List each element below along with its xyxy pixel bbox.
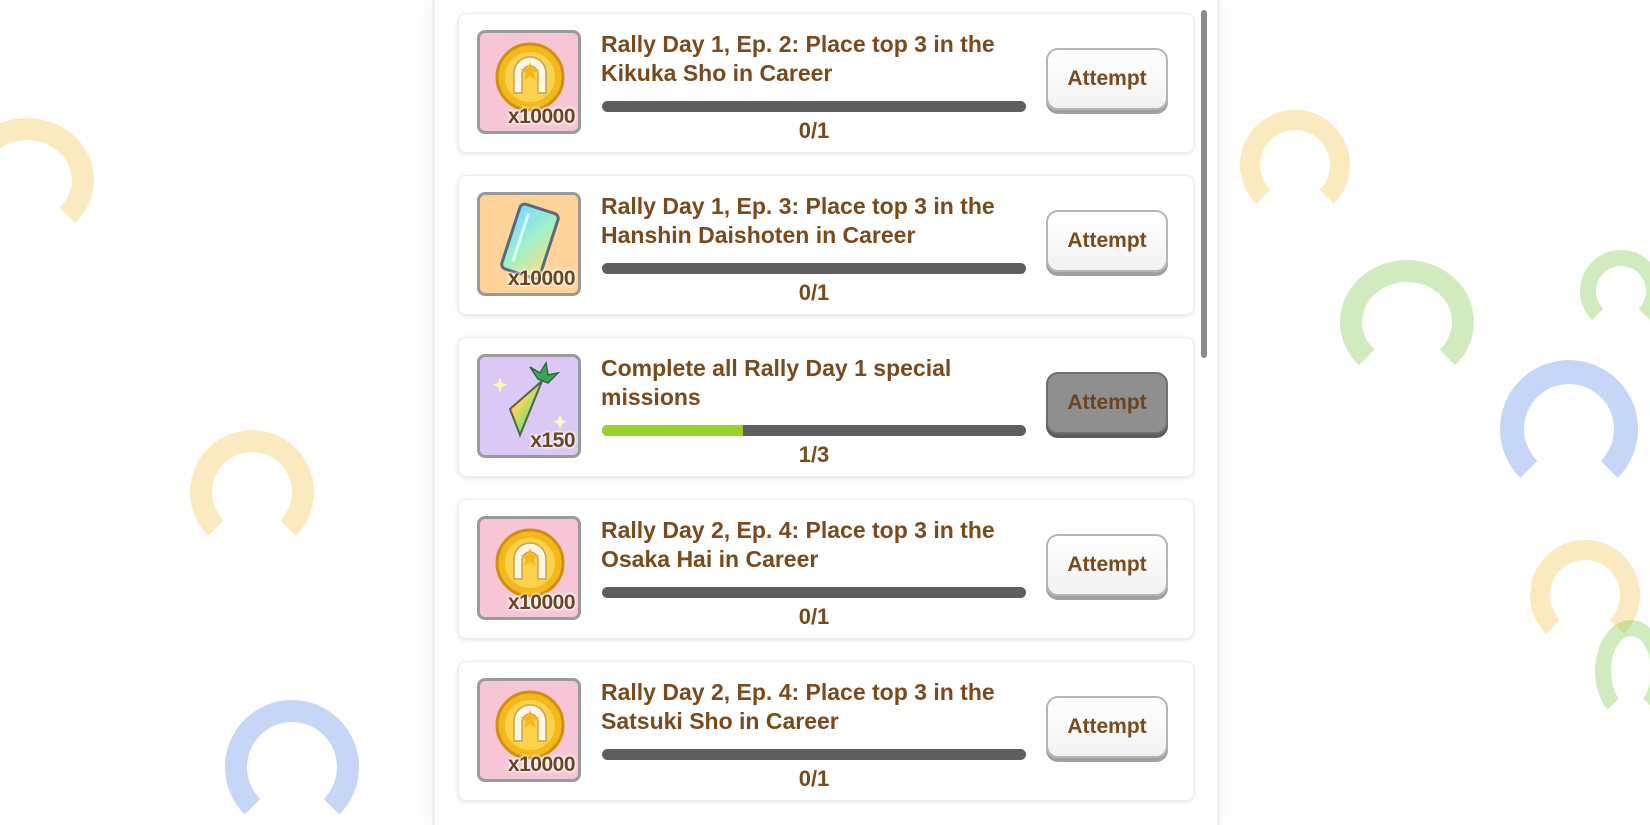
reward-quantity: x10000 [507, 591, 576, 614]
progress-count: 0/1 [798, 604, 830, 629]
mission-title: Rally Day 1, Ep. 2: Place top 3 in the K… [601, 31, 995, 86]
mission-title: Rally Day 2, Ep. 4: Place top 3 in the O… [601, 517, 995, 572]
panel-border-left [432, 0, 435, 825]
horseshoe-decoration-icon [1580, 250, 1650, 332]
attempt-button[interactable]: Attempt [1046, 696, 1168, 758]
horseshoe-decoration-icon [0, 118, 94, 242]
progress-bar [602, 101, 1026, 112]
reward-quantity: x150 [530, 429, 575, 452]
horseshoe-decoration-icon [1240, 110, 1350, 220]
progress-bar [602, 263, 1026, 274]
progress-bar-fill [602, 425, 744, 436]
attempt-button[interactable]: Attempt [1046, 210, 1168, 272]
reward-tile: x10000 [477, 678, 581, 782]
progress-count: 0/1 [798, 280, 830, 305]
reward-quantity: x10000 [507, 105, 576, 128]
horseshoe-decoration-icon [190, 430, 314, 554]
mission-card: x10000 Rally Day 2, Ep. 4: Place top 3 i… [458, 661, 1194, 801]
horseshoe-decoration-icon [1340, 260, 1474, 384]
progress-bar [602, 749, 1026, 760]
mission-title: Rally Day 2, Ep. 4: Place top 3 in the S… [601, 679, 995, 734]
scrollbar[interactable] [1201, 10, 1207, 825]
progress-bar [602, 587, 1026, 598]
mission-title: Rally Day 1, Ep. 3: Place top 3 in the H… [601, 193, 995, 248]
mission-list: x10000 Rally Day 1, Ep. 2: Place top 3 i… [458, 13, 1194, 823]
reward-tile: x10000 [477, 192, 581, 296]
mission-card: x150 Complete all Rally Day 1 special mi… [458, 337, 1194, 477]
horseshoe-decoration-icon [1500, 360, 1638, 498]
attempt-button[interactable]: Attempt [1046, 372, 1168, 434]
mission-title: Complete all Rally Day 1 special mission… [601, 355, 952, 410]
horseshoe-decoration-icon [225, 700, 359, 825]
progress-count: 1/3 [798, 442, 830, 467]
attempt-button[interactable]: Attempt [1046, 48, 1168, 110]
reward-tile: x10000 [477, 516, 581, 620]
reward-tile: x10000 [477, 30, 581, 134]
mission-card: x10000 Rally Day 1, Ep. 2: Place top 3 i… [458, 13, 1194, 153]
reward-tile: x150 [477, 354, 581, 458]
attempt-button[interactable]: Attempt [1046, 534, 1168, 596]
mission-card: x10000 Rally Day 1, Ep. 3: Place top 3 i… [458, 175, 1194, 315]
progress-count: 0/1 [798, 118, 830, 143]
mission-card: x10000 Rally Day 2, Ep. 4: Place top 3 i… [458, 499, 1194, 639]
progress-count: 0/1 [798, 766, 830, 791]
scrollbar-thumb[interactable] [1201, 10, 1207, 358]
panel-border-right [1217, 0, 1220, 825]
progress-bar [602, 425, 1026, 436]
reward-quantity: x10000 [507, 753, 576, 776]
reward-quantity: x10000 [507, 267, 576, 290]
